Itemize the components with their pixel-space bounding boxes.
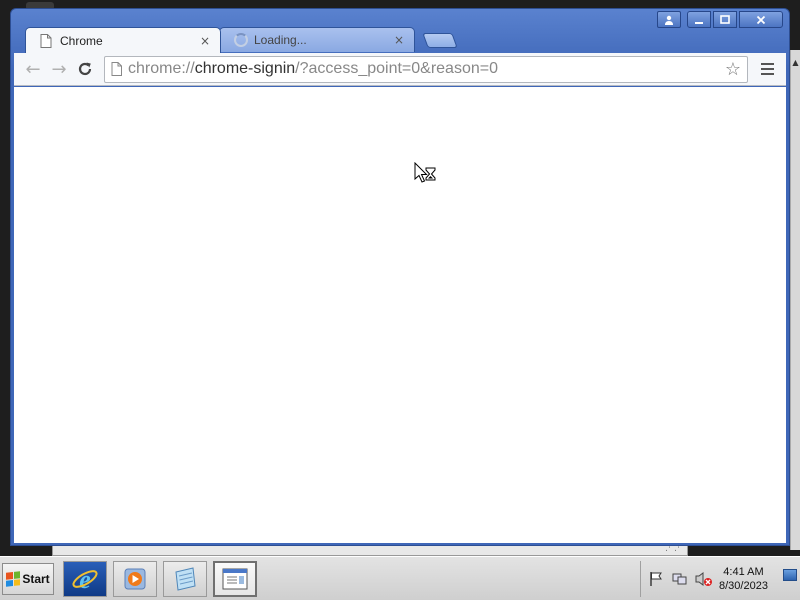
- clock-time: 4:41 AM: [723, 566, 764, 578]
- page-icon: [111, 62, 122, 76]
- window-controls: [657, 11, 783, 28]
- window-app-icon: [222, 568, 248, 590]
- clock[interactable]: 4:41 AM 8/30/2023: [719, 565, 768, 593]
- network-icon[interactable]: [671, 570, 689, 588]
- toolbar: ← → chrome://chrome-signin/?access_point…: [14, 53, 786, 86]
- back-icon: ←: [25, 58, 41, 80]
- close-window-button[interactable]: [739, 11, 783, 28]
- minimize-button[interactable]: [687, 11, 711, 28]
- url-scheme: chrome://: [128, 60, 195, 77]
- system-tray: 4:41 AM 8/30/2023: [640, 561, 798, 597]
- maximize-button[interactable]: [713, 11, 737, 28]
- forward-icon: →: [51, 58, 67, 80]
- menu-button[interactable]: [754, 56, 780, 82]
- media-player-icon: [124, 568, 146, 590]
- internet-explorer-icon: e: [72, 565, 98, 594]
- taskbar-internet-explorer[interactable]: e: [63, 561, 107, 597]
- taskbar-notepad[interactable]: [163, 561, 207, 597]
- back-button[interactable]: ←: [20, 56, 46, 82]
- taskbar-window-app[interactable]: [213, 561, 257, 597]
- notepad-icon: [175, 567, 196, 591]
- address-bar[interactable]: chrome://chrome-signin/?access_point=0&r…: [104, 55, 748, 83]
- maximize-icon: [720, 14, 730, 24]
- spinner-icon: [234, 33, 248, 47]
- windows-flag-icon: [6, 571, 21, 587]
- volume-muted-icon[interactable]: [695, 570, 713, 588]
- star-icon[interactable]: ☆: [725, 59, 741, 80]
- start-label: Start: [22, 572, 50, 586]
- tab-chrome[interactable]: Chrome ×: [25, 27, 221, 53]
- url-path: /?access_point=0&reason=0: [295, 60, 498, 77]
- svg-text:e: e: [79, 565, 91, 594]
- tab-title: Chrome: [60, 33, 103, 48]
- minimize-icon: [695, 21, 703, 24]
- menu-icon: [760, 63, 774, 65]
- chrome-window: Chrome × Loading... × ← → chrome:// chro…: [10, 8, 790, 546]
- menu-icon: [760, 73, 774, 75]
- tab-close-icon[interactable]: ×: [392, 33, 406, 47]
- clock-date: 8/30/2023: [719, 580, 768, 592]
- url-host: chrome-signin: [194, 60, 296, 77]
- page-icon: [40, 33, 52, 48]
- scroll-up-arrow-icon[interactable]: ▲: [791, 58, 800, 67]
- show-desktop-icon[interactable]: [783, 569, 797, 581]
- forward-button[interactable]: →: [46, 56, 72, 82]
- tab-loading[interactable]: Loading... ×: [219, 27, 415, 52]
- new-tab-button[interactable]: [422, 33, 458, 48]
- reload-button[interactable]: [72, 56, 98, 82]
- background-scrollbar[interactable]: ▲: [790, 50, 800, 550]
- close-icon: [756, 15, 766, 24]
- taskbar: Start e 4:41 AM 8/30/2023: [0, 556, 800, 600]
- taskbar-media-player[interactable]: [113, 561, 157, 597]
- profile-button[interactable]: [657, 11, 681, 28]
- busy-cursor-icon: [414, 162, 436, 183]
- reload-icon: [78, 62, 92, 76]
- tab-title: Loading...: [254, 33, 307, 47]
- profile-icon: [665, 15, 673, 25]
- start-button[interactable]: Start: [2, 563, 54, 595]
- action-center-icon[interactable]: [647, 570, 665, 588]
- menu-icon: [760, 68, 774, 70]
- tab-strip: Chrome × Loading... ×: [21, 27, 621, 53]
- page-content[interactable]: [14, 87, 786, 543]
- tab-close-icon[interactable]: ×: [198, 34, 212, 48]
